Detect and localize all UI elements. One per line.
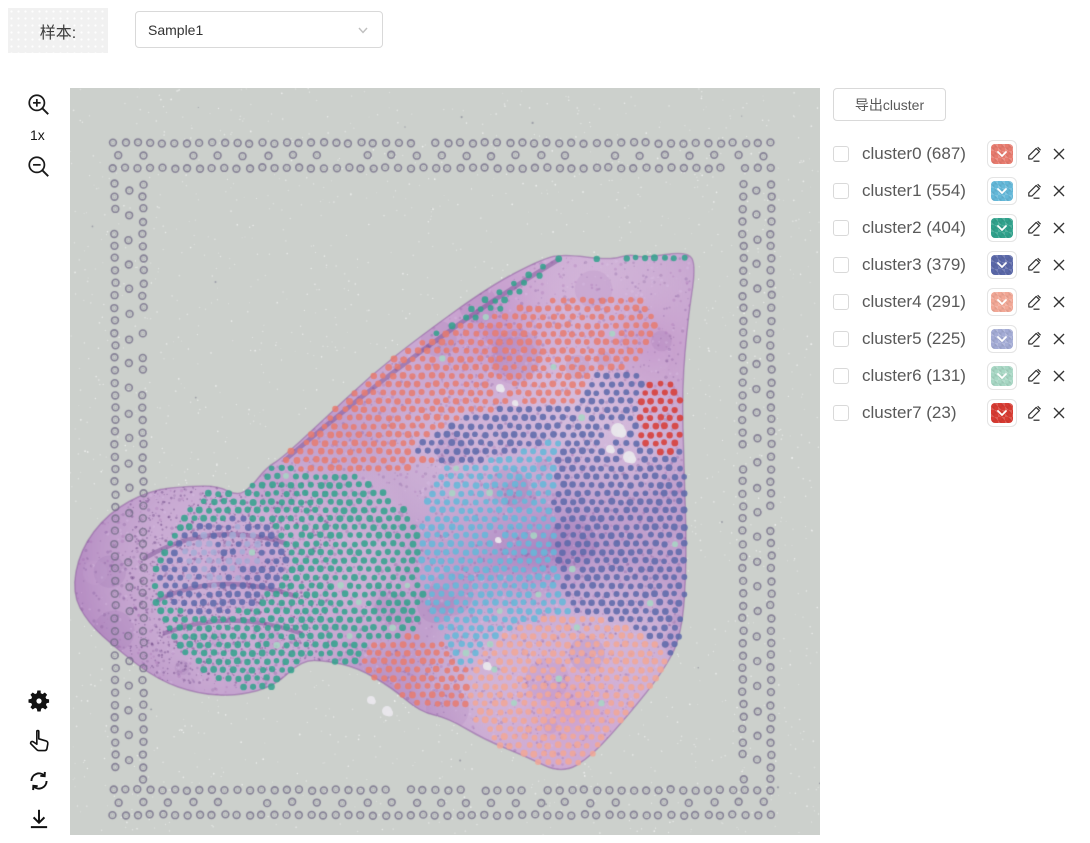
edit-icon[interactable]	[1025, 330, 1043, 348]
cluster-color-swatch	[991, 403, 1013, 423]
chevron-down-icon	[996, 260, 1008, 270]
close-icon[interactable]	[1051, 405, 1067, 421]
close-icon[interactable]	[1051, 220, 1067, 236]
edit-icon[interactable]	[1025, 182, 1043, 200]
cluster-color-picker[interactable]	[987, 288, 1017, 316]
cluster-checkbox[interactable]	[833, 183, 849, 199]
chevron-down-icon	[356, 23, 370, 37]
sample-label: 样本:	[8, 8, 108, 53]
cluster-row-cluster5: cluster5 (225)	[833, 324, 1085, 354]
cluster-checkbox[interactable]	[833, 368, 849, 384]
cluster-checkbox[interactable]	[833, 405, 849, 421]
cluster-list: cluster0 (687) cluster1 (554)	[833, 139, 1085, 435]
cluster-row-cluster1: cluster1 (554)	[833, 176, 1085, 206]
chevron-down-icon	[996, 223, 1008, 233]
cluster-checkbox[interactable]	[833, 331, 849, 347]
cluster-row-cluster3: cluster3 (379)	[833, 250, 1085, 280]
cluster-label: cluster4 (291)	[862, 292, 987, 312]
edit-icon[interactable]	[1025, 256, 1043, 274]
export-cluster-button[interactable]: 导出cluster	[833, 88, 946, 121]
cluster-color-swatch	[991, 181, 1013, 201]
cluster-color-picker[interactable]	[987, 325, 1017, 353]
edit-icon[interactable]	[1025, 293, 1043, 311]
zoom-in-icon[interactable]	[26, 92, 52, 118]
cluster-row-cluster4: cluster4 (291)	[833, 287, 1085, 317]
sample-select-value: Sample1	[148, 22, 203, 38]
cluster-color-swatch	[991, 329, 1013, 349]
cluster-color-picker[interactable]	[987, 214, 1017, 242]
close-icon[interactable]	[1051, 368, 1067, 384]
close-icon[interactable]	[1051, 146, 1067, 162]
close-icon[interactable]	[1051, 294, 1067, 310]
edit-icon[interactable]	[1025, 145, 1043, 163]
gear-icon[interactable]	[26, 688, 52, 714]
cluster-color-swatch	[991, 366, 1013, 386]
edit-icon[interactable]	[1025, 367, 1043, 385]
cluster-color-picker[interactable]	[987, 177, 1017, 205]
cluster-row-cluster7: cluster7 (23)	[833, 398, 1085, 428]
cluster-label: cluster0 (687)	[862, 144, 987, 164]
chevron-down-icon	[996, 297, 1008, 307]
close-icon[interactable]	[1051, 183, 1067, 199]
download-icon[interactable]	[26, 806, 52, 832]
chevron-down-icon	[996, 149, 1008, 159]
close-icon[interactable]	[1051, 257, 1067, 273]
cluster-label: cluster3 (379)	[862, 255, 987, 275]
cluster-color-picker[interactable]	[987, 140, 1017, 168]
slide-viewer-canvas[interactable]	[70, 88, 820, 835]
cluster-row-cluster6: cluster6 (131)	[833, 361, 1085, 391]
refresh-icon[interactable]	[26, 768, 52, 794]
chevron-down-icon	[996, 334, 1008, 344]
cluster-checkbox[interactable]	[833, 257, 849, 273]
cluster-label: cluster1 (554)	[862, 181, 987, 201]
cluster-color-swatch	[991, 292, 1013, 312]
cluster-color-picker[interactable]	[987, 362, 1017, 390]
edit-icon[interactable]	[1025, 404, 1043, 422]
sample-select[interactable]: Sample1	[135, 11, 383, 48]
edit-icon[interactable]	[1025, 219, 1043, 237]
cluster-color-picker[interactable]	[987, 399, 1017, 427]
chevron-down-icon	[996, 186, 1008, 196]
zoom-level-indicator: 1x	[30, 127, 45, 143]
cluster-checkbox[interactable]	[833, 220, 849, 236]
zoom-out-icon[interactable]	[26, 154, 52, 180]
cluster-label: cluster2 (404)	[862, 218, 987, 238]
sample-label-text: 样本:	[40, 19, 76, 43]
cluster-label: cluster5 (225)	[862, 329, 987, 349]
cluster-checkbox[interactable]	[833, 146, 849, 162]
close-icon[interactable]	[1051, 331, 1067, 347]
cluster-color-swatch	[991, 144, 1013, 164]
cluster-row-cluster2: cluster2 (404)	[833, 213, 1085, 243]
hand-pointer-icon[interactable]	[26, 728, 52, 754]
slide-viewer-stage	[70, 88, 820, 835]
chevron-down-icon	[996, 408, 1008, 418]
cluster-label: cluster7 (23)	[862, 403, 987, 423]
cluster-color-picker[interactable]	[987, 251, 1017, 279]
cluster-color-swatch	[991, 255, 1013, 275]
cluster-row-cluster0: cluster0 (687)	[833, 139, 1085, 169]
cluster-checkbox[interactable]	[833, 294, 849, 310]
cluster-color-swatch	[991, 218, 1013, 238]
cluster-label: cluster6 (131)	[862, 366, 987, 386]
chevron-down-icon	[996, 371, 1008, 381]
